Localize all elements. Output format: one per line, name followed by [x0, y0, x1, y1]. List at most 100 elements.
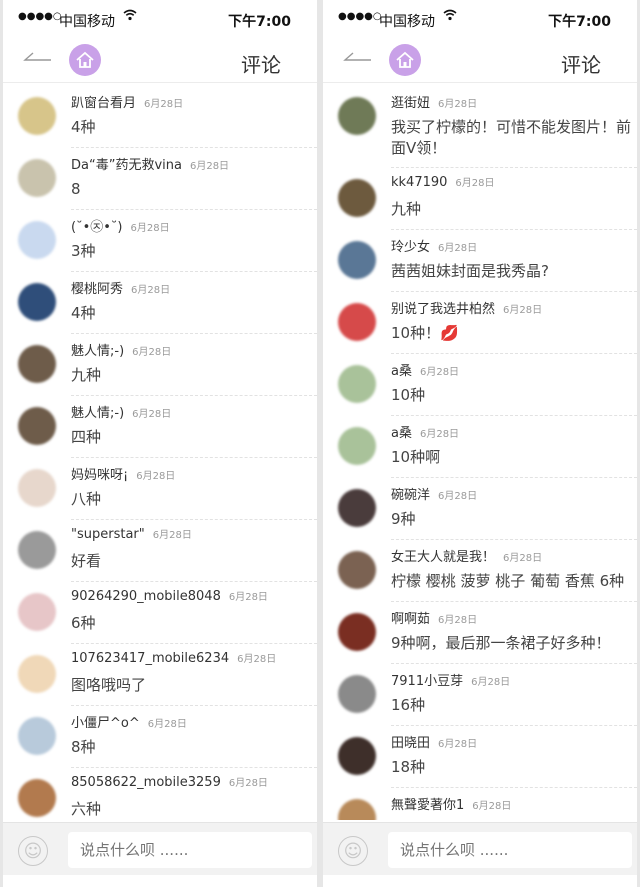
avatar[interactable]	[18, 345, 56, 383]
comment-item[interactable]: 小僵尸^o^ 6月28日 8种	[3, 706, 317, 768]
comment-item[interactable]: 7911小豆芽 6月28日 16种	[323, 664, 637, 726]
comment-item[interactable]: "superstar" 6月28日 好看	[3, 520, 317, 582]
comment-item[interactable]: 别说了我选井柏然 6月28日 10种！💋	[323, 292, 637, 354]
username[interactable]: 碗碗洋	[391, 488, 430, 503]
comment-date: 6月28日	[228, 592, 268, 603]
clock: 下午7:00	[228, 14, 291, 30]
comment-text: 柠檬 樱桃 菠萝 桃子 葡萄 香蕉 6种	[391, 572, 625, 590]
status-bar: ●●●●○ 中国移动 下午7:00	[323, 0, 637, 38]
status-bar: ●●●●○ 中国移动 下午7:00	[3, 0, 317, 38]
username[interactable]: 别说了我选井柏然	[391, 302, 495, 317]
avatar[interactable]	[18, 717, 56, 755]
avatar[interactable]	[338, 489, 376, 527]
comment-item[interactable]: 魅人情;-) 6月28日 四种	[3, 396, 317, 458]
avatar[interactable]	[18, 159, 56, 197]
comment-item[interactable]: a桑 6月28日 10种	[323, 354, 637, 416]
comment-date: 6月28日	[132, 347, 172, 358]
comment-item[interactable]: 趴窗台看月 6月28日 4种	[3, 86, 317, 148]
avatar[interactable]	[18, 283, 56, 321]
avatar[interactable]	[18, 407, 56, 445]
username[interactable]: a桑	[391, 364, 412, 379]
username[interactable]: (˘•㉨•˘)	[71, 220, 122, 235]
comment-item[interactable]: 90264290_mobile8048 6月28日 6种	[3, 582, 317, 644]
username[interactable]: 魅人情;-)	[71, 406, 124, 421]
comment-item[interactable]: 女王大人就是我！ 6月28日 柠檬 樱桃 菠萝 桃子 葡萄 香蕉 6种	[323, 540, 637, 602]
comment-author: 小僵尸^o^ 6月28日	[71, 712, 187, 731]
comment-date: 6月28日	[131, 285, 171, 296]
page-title: 评论	[561, 53, 601, 77]
avatar[interactable]	[18, 221, 56, 259]
comment-item[interactable]: 無聲愛著你1 6月28日	[323, 788, 637, 820]
comment-item[interactable]: 碗碗洋 6月28日 9种	[323, 478, 637, 540]
comment-text: 8种	[71, 738, 96, 756]
comment-item[interactable]: a桑 6月28日 10种啊	[323, 416, 637, 478]
username[interactable]: kk47190	[391, 175, 447, 190]
username[interactable]: 7911小豆芽	[391, 674, 463, 689]
username[interactable]: 逛街妞	[391, 96, 430, 111]
username[interactable]: 小僵尸^o^	[71, 716, 140, 731]
back-arrow-icon[interactable]	[23, 47, 53, 67]
username[interactable]: a桑	[391, 426, 412, 441]
username[interactable]: 107623417_mobile6234	[71, 651, 229, 666]
avatar[interactable]	[338, 365, 376, 403]
comment-item[interactable]: 107623417_mobile6234 6月28日 图咯哦吗了	[3, 644, 317, 706]
avatar[interactable]	[18, 469, 56, 507]
comment-item[interactable]: 魅人情;-) 6月28日 九种	[3, 334, 317, 396]
avatar[interactable]	[18, 97, 56, 135]
avatar[interactable]	[338, 613, 376, 651]
avatar[interactable]	[338, 737, 376, 775]
comment-item[interactable]: Da“毒”药无救vina 6月28日 8	[3, 148, 317, 210]
comment-item[interactable]: 逛街妞 6月28日 我买了柠檬的！可惜不能发图片！前面V领！	[323, 86, 637, 168]
comment-item[interactable]: 樱桃阿秀 6月28日 4种	[3, 272, 317, 334]
comment-input[interactable]	[68, 832, 312, 868]
comment-list[interactable]: 趴窗台看月 6月28日 4种 Da“毒”药无救vina 6月28日 8 (˘•㉨•˘) 6月2…	[3, 86, 317, 820]
username[interactable]: 魅人情;-)	[71, 344, 124, 359]
comment-author: 魅人情;-) 6月28日	[71, 402, 171, 421]
avatar[interactable]	[338, 241, 376, 279]
username[interactable]: Da“毒”药无救vina	[71, 158, 182, 173]
username[interactable]: 妈妈咪呀¡	[71, 468, 128, 483]
carrier-label: 中国移动	[379, 14, 435, 30]
comment-item[interactable]: kk47190 6月28日 九种	[323, 168, 637, 230]
comment-item[interactable]: 田晓田 6月28日 18种	[323, 726, 637, 788]
username[interactable]: 90264290_mobile8048	[71, 589, 221, 604]
comment-item[interactable]: 玲少女 6月28日 茜茜姐妹封面是我秀晶?	[323, 230, 637, 292]
back-arrow-icon[interactable]	[343, 47, 373, 67]
username[interactable]: 趴窗台看月	[71, 96, 136, 111]
comment-list[interactable]: 逛街妞 6月28日 我买了柠檬的！可惜不能发图片！前面V领！ kk47190 6月28日…	[323, 86, 637, 820]
avatar[interactable]	[338, 427, 376, 465]
username[interactable]: 啊啊茹	[391, 612, 430, 627]
username[interactable]: 85058622_mobile3259	[71, 775, 221, 790]
avatar[interactable]	[18, 655, 56, 693]
comment-author: 趴窗台看月 6月28日	[71, 92, 183, 111]
comment-text: 6种	[71, 614, 96, 632]
home-icon[interactable]	[389, 44, 421, 76]
comment-date: 6月28日	[438, 615, 478, 626]
comment-item[interactable]: (˘•㉨•˘) 6月28日 3种	[3, 210, 317, 272]
username[interactable]: 無聲愛著你1	[391, 798, 464, 813]
avatar[interactable]	[338, 97, 376, 135]
emoji-icon[interactable]: ☺	[338, 836, 368, 866]
comment-author: 魅人情;-) 6月28日	[71, 340, 171, 359]
comment-author: (˘•㉨•˘) 6月28日	[71, 216, 170, 235]
avatar[interactable]	[338, 799, 376, 820]
username[interactable]: 田晓田	[391, 736, 430, 751]
username[interactable]: 樱桃阿秀	[71, 282, 123, 297]
username[interactable]: "superstar"	[71, 527, 145, 542]
avatar[interactable]	[338, 551, 376, 589]
avatar[interactable]	[338, 675, 376, 713]
home-icon[interactable]	[69, 44, 101, 76]
comment-item[interactable]: 妈妈咪呀¡ 6月28日 八种	[3, 458, 317, 520]
comment-item[interactable]: 85058622_mobile3259 6月28日 六种	[3, 768, 317, 820]
avatar[interactable]	[338, 179, 376, 217]
emoji-icon[interactable]: ☺	[18, 836, 48, 866]
comment-item[interactable]: 啊啊茹 6月28日 9种啊，最后那一条裙子好多种！	[323, 602, 637, 664]
avatar[interactable]	[18, 593, 56, 631]
avatar[interactable]	[338, 303, 376, 341]
avatar[interactable]	[18, 779, 56, 817]
username[interactable]: 女王大人就是我！	[391, 550, 495, 565]
avatar[interactable]	[18, 531, 56, 569]
comment-input[interactable]	[388, 832, 632, 868]
username[interactable]: 玲少女	[391, 240, 430, 255]
comment-date: 6月28日	[228, 778, 268, 789]
